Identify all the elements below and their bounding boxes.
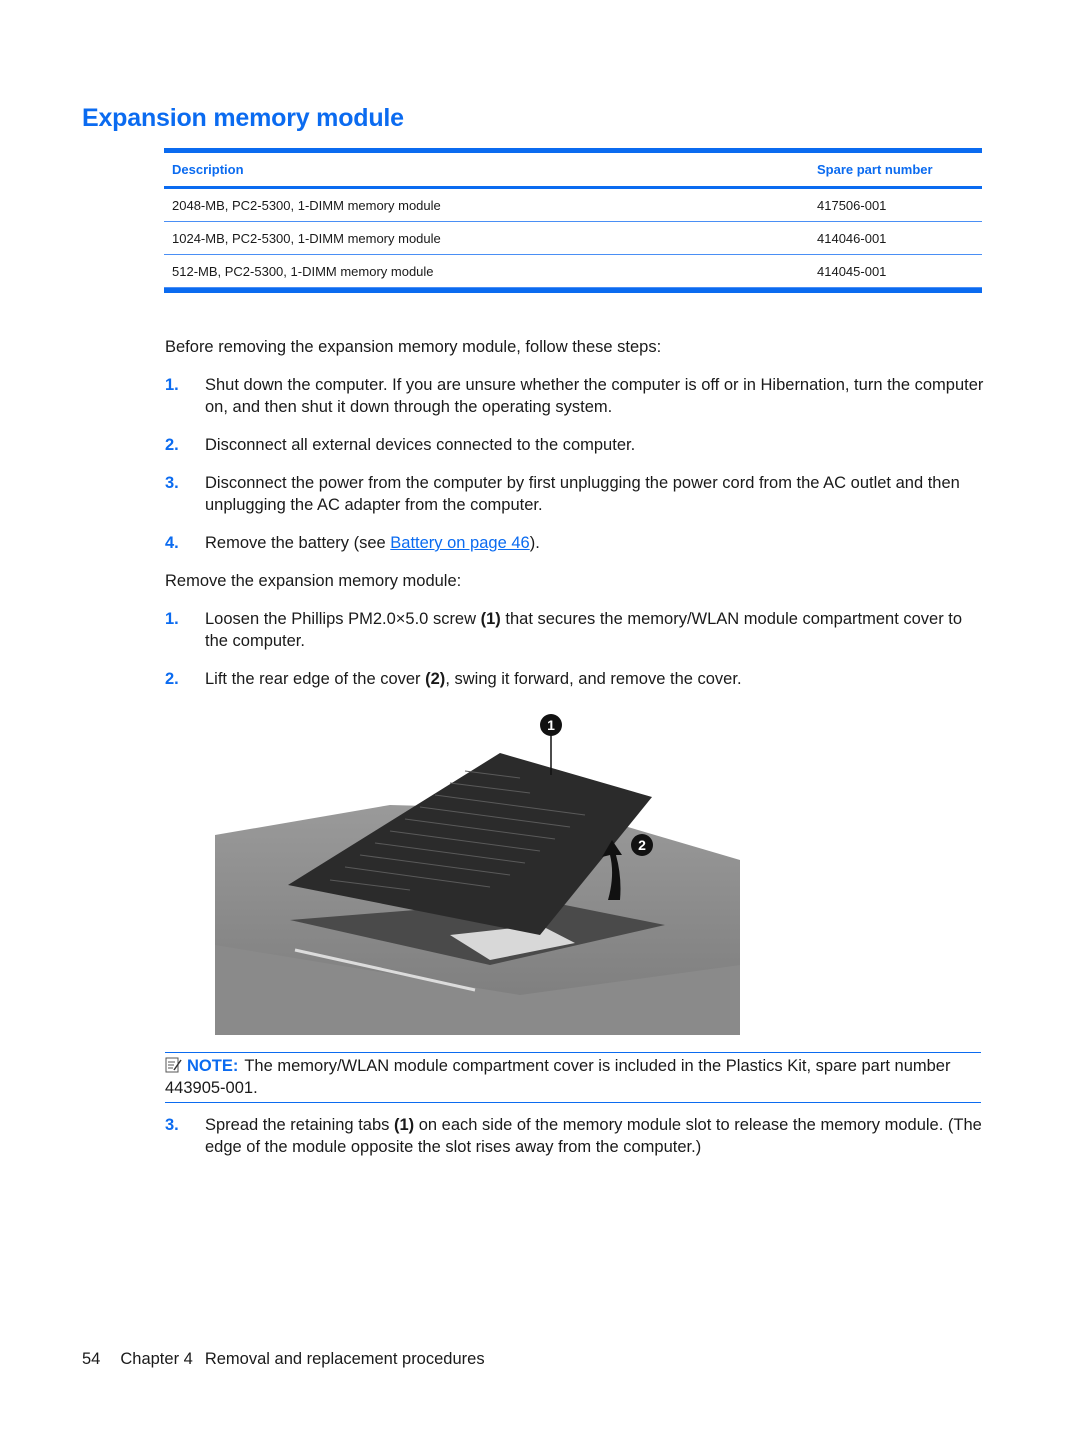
cell-description: 1024-MB, PC2-5300, 1-DIMM memory module [172,230,441,246]
table-header: Description Spare part number [164,153,982,186]
step-number: 1. [165,610,179,628]
remove-intro-paragraph: Remove the expansion memory module: [165,572,462,590]
prep-step: 4. Remove the battery (see Battery on pa… [165,532,985,554]
step-text-after: ). [529,534,540,552]
step-text: Spread the retaining tabs (1) on each si… [205,1114,985,1158]
chapter-label: Chapter 4 [120,1350,193,1368]
cell-description: 2048-MB, PC2-5300, 1-DIMM memory module [172,197,441,213]
intro-paragraph: Before removing the expansion memory mod… [165,338,662,356]
step-text-after: , swing it forward, and remove the cover… [445,670,742,688]
remove-step: 2. Lift the rear edge of the cover (2), … [165,668,985,690]
callout-ref: (1) [480,610,501,628]
cell-part-number: 414046-001 [817,230,887,246]
header-spare-part-number: Spare part number [817,162,933,177]
note-pencil-icon [165,1057,182,1073]
callout-1-label: 1 [547,717,555,733]
step-number: 3. [165,474,179,492]
spare-parts-table: Description Spare part number 2048-MB, P… [164,148,982,293]
battery-page-link[interactable]: Battery on page 46 [390,534,529,552]
step-text-before: Spread the retaining tabs [205,1116,394,1134]
step-text: Lift the rear edge of the cover (2), swi… [205,668,985,690]
cell-description: 512-MB, PC2-5300, 1-DIMM memory module [172,263,434,279]
remove-step: 1. Loosen the Phillips PM2.0×5.0 screw (… [165,608,985,652]
step-number: 3. [165,1116,179,1134]
step-text: Disconnect all external devices connecte… [205,436,636,454]
step-text: Disconnect the power from the computer b… [205,474,960,514]
memory-cover-removal-illustration: 1 2 [210,705,745,1040]
chapter-title: Removal and replacement procedures [204,1350,485,1368]
section-title: Expansion memory module [82,104,404,132]
step-text: Remove the battery (see Battery on page … [205,532,985,554]
callout-2-label: 2 [638,837,646,853]
table-row: 512-MB, PC2-5300, 1-DIMM memory module 4… [164,255,982,288]
step-number: 4. [165,534,179,552]
prep-step: 2. Disconnect all external devices conne… [165,434,985,456]
step-text-before: Remove the battery (see [205,534,391,552]
note-box: NOTE: The memory/WLAN module compartment … [165,1052,981,1103]
note-text: The memory/WLAN module compartment cover… [165,1057,951,1097]
remove-step: 3. Spread the retaining tabs (1) on each… [165,1114,985,1158]
prep-step: 3. Disconnect the power from the compute… [165,472,985,516]
callout-ref: (1) [393,1116,415,1134]
table-bottom-rule [164,288,982,293]
callout-ref: (2) [425,670,446,688]
header-description: Description [172,162,244,177]
note-label: NOTE: [187,1057,239,1075]
table-row: 2048-MB, PC2-5300, 1-DIMM memory module … [164,189,982,222]
page-footer: 54 Chapter 4 Removal and replacement proce… [82,1350,505,1369]
step-text: Shut down the computer. If you are unsur… [205,376,984,416]
page-number: 54 [82,1350,101,1368]
cell-part-number: 414045-001 [817,263,887,279]
step-text: Loosen the Phillips PM2.0×5.0 screw (1) … [205,608,985,652]
step-number: 2. [165,670,179,688]
illustration-svg: 1 2 [215,714,740,1035]
step-text-before: Lift the rear edge of the cover [205,670,426,688]
cell-part-number: 417506-001 [817,197,887,213]
step-number: 1. [165,376,179,394]
table-row: 1024-MB, PC2-5300, 1-DIMM memory module … [164,222,982,255]
step-number: 2. [165,436,179,454]
prep-step: 1. Shut down the computer. If you are un… [165,374,985,418]
step-text-before: Loosen the Phillips PM2.0×5.0 screw [205,610,481,628]
